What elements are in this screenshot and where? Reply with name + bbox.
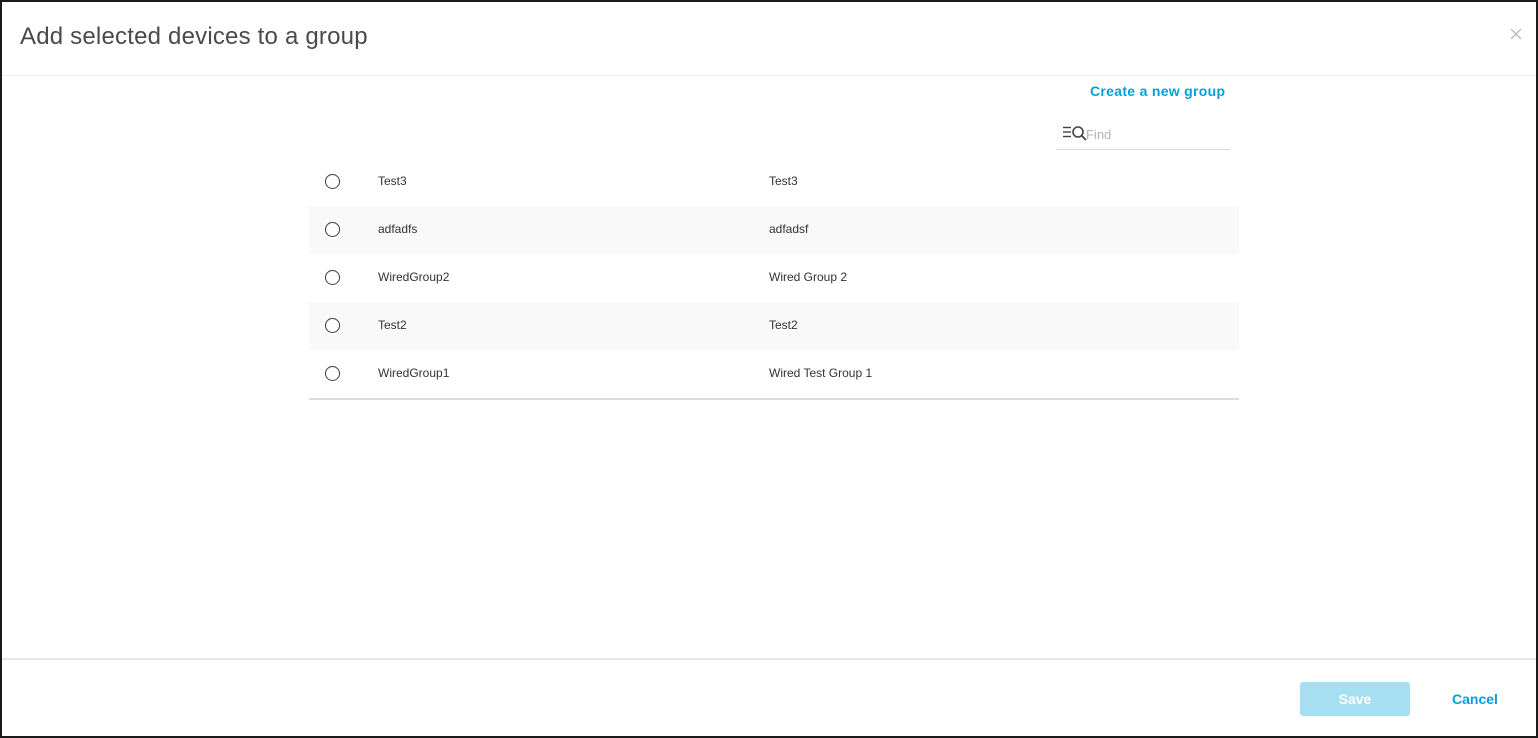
add-to-group-dialog: Add selected devices to a group Create a… xyxy=(0,0,1538,738)
find-input[interactable] xyxy=(1086,124,1226,144)
radio-unchecked-icon[interactable] xyxy=(325,222,340,237)
dialog-footer: Save Cancel xyxy=(2,658,1536,736)
radio-unchecked-icon[interactable] xyxy=(325,174,340,189)
dialog-header: Add selected devices to a group xyxy=(2,2,1536,76)
group-name: WiredGroup1 xyxy=(378,366,450,380)
table-row[interactable]: Test2 Test2 xyxy=(309,302,1239,350)
group-table: Test3 Test3 adfadfs adfadsf WiredGroup2 … xyxy=(309,158,1239,400)
table-row[interactable]: adfadfs adfadsf xyxy=(309,206,1239,254)
group-description: Wired Test Group 1 xyxy=(769,366,873,380)
group-name: Test2 xyxy=(378,318,407,332)
group-description: Test3 xyxy=(769,174,798,188)
group-description: Wired Group 2 xyxy=(769,270,848,284)
close-icon xyxy=(1510,28,1522,40)
dialog-title: Add selected devices to a group xyxy=(20,23,368,50)
radio-unchecked-icon[interactable] xyxy=(325,318,340,333)
create-new-group-link[interactable]: Create a new group xyxy=(1090,83,1225,99)
table-row[interactable]: WiredGroup1 Wired Test Group 1 xyxy=(309,350,1239,398)
filter-search-icon xyxy=(1063,126,1087,141)
radio-unchecked-icon[interactable] xyxy=(325,270,340,285)
group-description: adfadsf xyxy=(769,222,809,236)
save-button[interactable]: Save xyxy=(1300,682,1410,716)
group-description: Test2 xyxy=(769,318,798,332)
close-button[interactable] xyxy=(1506,24,1526,44)
table-row[interactable]: Test3 Test3 xyxy=(309,158,1239,206)
group-name: Test3 xyxy=(378,174,407,188)
group-name: adfadfs xyxy=(378,222,418,236)
radio-unchecked-icon[interactable] xyxy=(325,366,340,381)
cancel-button[interactable]: Cancel xyxy=(1442,682,1508,716)
group-name: WiredGroup2 xyxy=(378,270,450,284)
find-field xyxy=(1056,119,1230,150)
table-row[interactable]: WiredGroup2 Wired Group 2 xyxy=(309,254,1239,302)
